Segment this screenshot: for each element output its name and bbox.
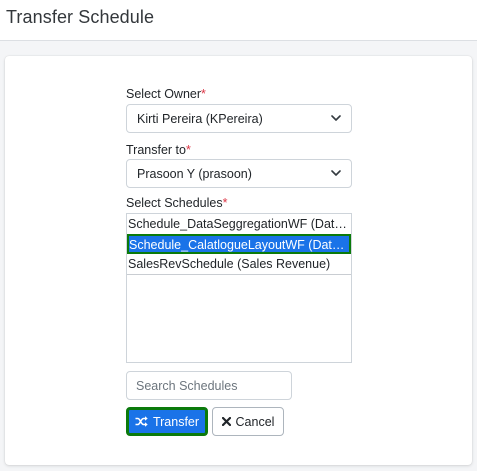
cancel-button[interactable]: Cancel	[212, 407, 284, 436]
schedule-option-selected[interactable]: Schedule_CalatlogueLayoutWF (DataSeggreg…	[127, 234, 351, 254]
schedule-option[interactable]: SalesRevSchedule (Sales Revenue)	[127, 254, 351, 274]
shuffle-icon	[135, 416, 148, 427]
search-schedules-input[interactable]	[126, 371, 292, 400]
transfer-to-select[interactable]: Prasoon Y (prasoon)	[126, 159, 352, 188]
schedules-label: Select Schedules*	[126, 196, 228, 210]
chevron-down-icon	[331, 170, 341, 176]
list-divider	[127, 274, 351, 275]
schedules-required-mark: *	[222, 196, 228, 210]
transfer-button[interactable]: Transfer	[126, 407, 208, 436]
schedule-option[interactable]: Schedule_DataSeggregationWF (DataSeggreg…	[127, 214, 351, 234]
transfer-to-label: Transfer to*	[126, 143, 191, 157]
close-icon	[221, 417, 231, 426]
owner-select-value: Kirti Pereira (KPereira)	[137, 112, 263, 126]
cancel-button-label: Cancel	[235, 414, 275, 429]
owner-required-mark: *	[201, 87, 206, 101]
transfer-to-required-mark: *	[185, 143, 191, 157]
owner-select[interactable]: Kirti Pereira (KPereira)	[126, 104, 352, 133]
transfer-to-select-value: Prasoon Y (prasoon)	[137, 167, 252, 181]
chevron-down-icon	[331, 115, 341, 121]
transfer-card: Select Owner* Kirti Pereira (KPereira) T…	[5, 56, 472, 465]
schedules-listbox[interactable]: Schedule_DataSeggregationWF (DataSeggreg…	[126, 213, 352, 363]
owner-label: Select Owner*	[126, 87, 206, 101]
transfer-button-label: Transfer	[152, 414, 200, 429]
page-title: Transfer Schedule	[6, 7, 155, 27]
page-header: Transfer Schedule	[0, 0, 477, 41]
